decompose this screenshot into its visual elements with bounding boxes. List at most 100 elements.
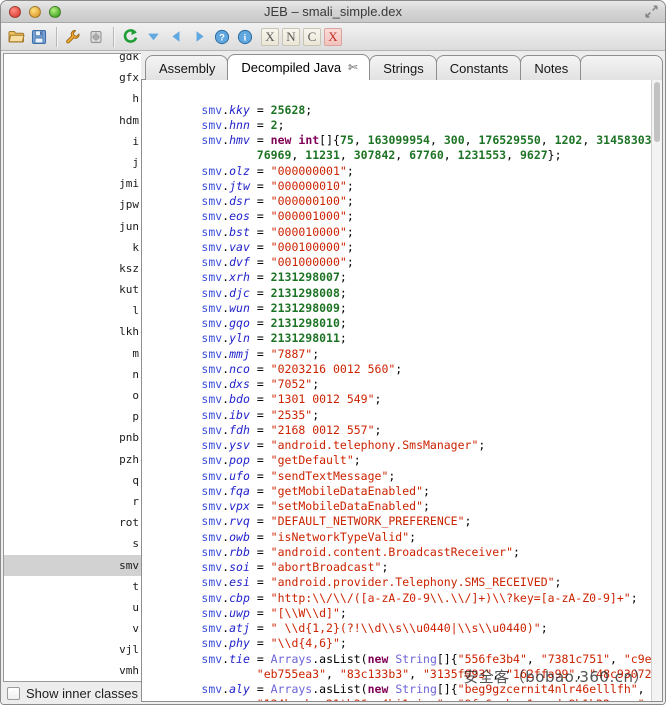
code-token-fld: ibv: [229, 408, 250, 422]
tree-item-t[interactable]: t: [4, 576, 141, 597]
code-line: smv.hmv = new int[]{75, 163099954, 300, …: [146, 133, 651, 148]
code-token-plain: [146, 697, 257, 701]
tree-item-i[interactable]: i: [4, 131, 141, 152]
tree-item-jpw[interactable]: jpw: [4, 194, 141, 215]
code-token-obj: smv: [201, 652, 222, 666]
code-token-plain: [146, 682, 201, 696]
tree-item-q[interactable]: q: [4, 470, 141, 491]
tab-constants[interactable]: Constants: [436, 55, 522, 80]
tree-item-r[interactable]: r: [4, 491, 141, 512]
tree-item-ksz[interactable]: ksz: [4, 258, 141, 279]
tree-item-pzh[interactable]: pzh: [4, 449, 141, 470]
code-token-punc: =: [250, 118, 271, 132]
info-icon[interactable]: i: [234, 26, 256, 48]
class-tree[interactable]: gdkgfxhhdmij jmijpwjunkkszkutllkhmnoppnbp…: [3, 53, 141, 682]
tree-item-vjl[interactable]: vjl: [4, 639, 141, 660]
code-token-punc: =: [250, 621, 271, 635]
close-window-button[interactable]: [9, 6, 21, 18]
tree-item-o[interactable]: o: [4, 385, 141, 406]
code-token-punc: ;: [423, 484, 430, 498]
expand-arrows-icon[interactable]: [645, 5, 658, 18]
tree-item-j[interactable]: j: [4, 152, 141, 173]
tree-item-p[interactable]: p: [4, 406, 141, 427]
code-token-fld: vpx: [229, 499, 250, 513]
tab-strings[interactable]: Strings: [369, 55, 436, 80]
tree-item-m[interactable]: m: [4, 343, 141, 364]
code-token-punc: =: [250, 530, 271, 544]
dropdown-arrow-icon[interactable]: [142, 26, 164, 48]
n-button[interactable]: N: [282, 28, 300, 46]
code-token-str: "001000000": [271, 255, 347, 269]
code-token-obj: smv: [201, 499, 222, 513]
save-icon[interactable]: [28, 26, 50, 48]
zoom-window-button[interactable]: [49, 6, 61, 18]
code-token-plain: [146, 652, 201, 666]
code-token-str: "android.telephony.SmsManager": [271, 438, 479, 452]
tree-item-l[interactable]: l: [4, 300, 141, 321]
code-token-str: "7381c751": [541, 652, 610, 666]
tab-decompiled-java[interactable]: Decompiled Java ✄: [227, 54, 370, 80]
code-token-punc: ;: [312, 347, 319, 361]
code-token-plain: [146, 591, 201, 605]
c-button[interactable]: C: [303, 28, 321, 46]
tree-item-gdk[interactable]: gdk: [4, 53, 141, 67]
show-inner-classes-row[interactable]: Show inner classes: [3, 682, 141, 704]
code-editor[interactable]: smv.kky = 25628; smv.hnn = 2; smv.hmv = …: [141, 80, 663, 702]
code-token-plain: [146, 225, 201, 239]
code-token-plain: [146, 606, 201, 620]
tab-label: Decompiled Java: [241, 60, 341, 75]
tree-item-rot[interactable]: rot: [4, 512, 141, 533]
svg-text:i: i: [244, 33, 247, 43]
tree-item-v[interactable]: v: [4, 618, 141, 639]
code-line: smv.kky = 25628;: [146, 103, 651, 118]
code-token-obj: smv: [201, 316, 222, 330]
editor-vertical-scrollbar[interactable]: [651, 80, 662, 701]
x-button[interactable]: X: [261, 28, 279, 46]
tree-item-kut[interactable]: kut: [4, 279, 141, 300]
tree-item-pnb[interactable]: pnb: [4, 427, 141, 448]
code-token-punc: []{: [319, 133, 340, 147]
tree-item-k[interactable]: k: [4, 237, 141, 258]
tree-item-lkh[interactable]: lkh: [4, 321, 141, 342]
x-red-button[interactable]: X: [324, 28, 342, 46]
code-token-type: Arrays: [271, 682, 313, 696]
forward-arrow-icon[interactable]: [188, 26, 210, 48]
open-folder-icon[interactable]: [5, 26, 27, 48]
minimize-window-button[interactable]: [29, 6, 41, 18]
code-token-fld: mmj: [229, 347, 250, 361]
tree-item-n[interactable]: n: [4, 364, 141, 385]
refresh-icon[interactable]: [119, 26, 141, 48]
tree-item-label: j: [132, 156, 139, 169]
code-line: smv.esi = "android.provider.Telephony.SM…: [146, 575, 651, 590]
code-token-punc: ;: [340, 286, 347, 300]
tree-item-label: s: [132, 537, 139, 550]
tree-item-jmi[interactable]: jmi: [4, 173, 141, 194]
code-line: smv.dxs = "7052";: [146, 377, 651, 392]
tree-item-h[interactable]: h: [4, 88, 141, 109]
code-token-obj: smv: [201, 469, 222, 483]
code-token-punc: =: [250, 484, 271, 498]
code-token-punc: ;: [423, 499, 430, 513]
code-content[interactable]: smv.kky = 25628; smv.hnn = 2; smv.hmv = …: [142, 80, 651, 701]
wrench-icon[interactable]: [62, 26, 84, 48]
tree-item-u[interactable]: u: [4, 597, 141, 618]
tree-item-jun[interactable]: jun: [4, 216, 141, 237]
editor-scrollbar-thumb[interactable]: [654, 82, 660, 142]
code-token-obj: smv: [201, 575, 222, 589]
tab-assembly[interactable]: Assembly: [145, 55, 228, 80]
tree-item-hdm[interactable]: hdm: [4, 110, 141, 131]
help-icon[interactable]: ?: [211, 26, 233, 48]
tab-notes[interactable]: Notes: [520, 55, 581, 80]
code-token-str: "000100000": [271, 240, 347, 254]
code-token-str: "9fu6esbym1rnmdq8b1k22nayp": [458, 697, 645, 701]
tree-item-s[interactable]: s: [4, 533, 141, 554]
tree-item-smv[interactable]: smv: [4, 555, 141, 576]
back-arrow-icon[interactable]: [165, 26, 187, 48]
show-inner-classes-checkbox[interactable]: [7, 687, 20, 700]
tree-item-gfx[interactable]: gfx: [4, 67, 141, 88]
module-icon[interactable]: [85, 26, 107, 48]
tab-close-icon[interactable]: ✄: [348, 61, 357, 74]
tree-item-vmh[interactable]: vmh: [4, 660, 141, 681]
code-token-obj: smv: [201, 392, 222, 406]
code-line: smv.vpx = "setMobileDataEnabled";: [146, 499, 651, 514]
